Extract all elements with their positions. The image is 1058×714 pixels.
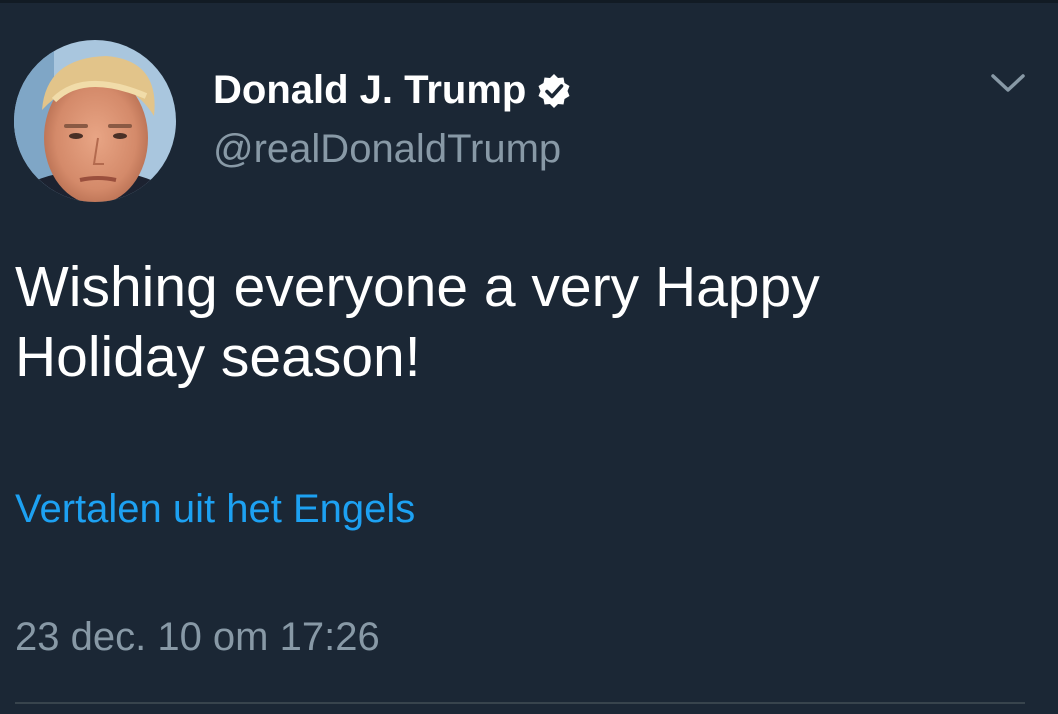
chevron-down-icon[interactable] bbox=[984, 66, 1032, 102]
profile-photo-icon bbox=[14, 40, 176, 202]
tweet-text-line: Wishing everyone a very Happy bbox=[15, 255, 820, 319]
tweet-detail: Donald J. Trump @realDonaldTrump Wishing… bbox=[0, 0, 1058, 714]
tweet-timestamp: 23 dec. 10 om 17:26 bbox=[15, 615, 380, 659]
divider bbox=[15, 702, 1025, 704]
tweet-text: Wishing everyone a very Happy Holiday se… bbox=[15, 252, 1015, 392]
avatar[interactable] bbox=[14, 40, 176, 202]
display-name-label: Donald J. Trump bbox=[213, 68, 527, 112]
tweet-text-line: Holiday season! bbox=[15, 325, 421, 389]
translate-link[interactable]: Vertalen uit het Engels bbox=[15, 487, 415, 532]
user-handle[interactable]: @realDonaldTrump bbox=[213, 127, 561, 172]
display-name[interactable]: Donald J. Trump bbox=[213, 68, 572, 113]
verified-badge-icon bbox=[536, 73, 572, 109]
